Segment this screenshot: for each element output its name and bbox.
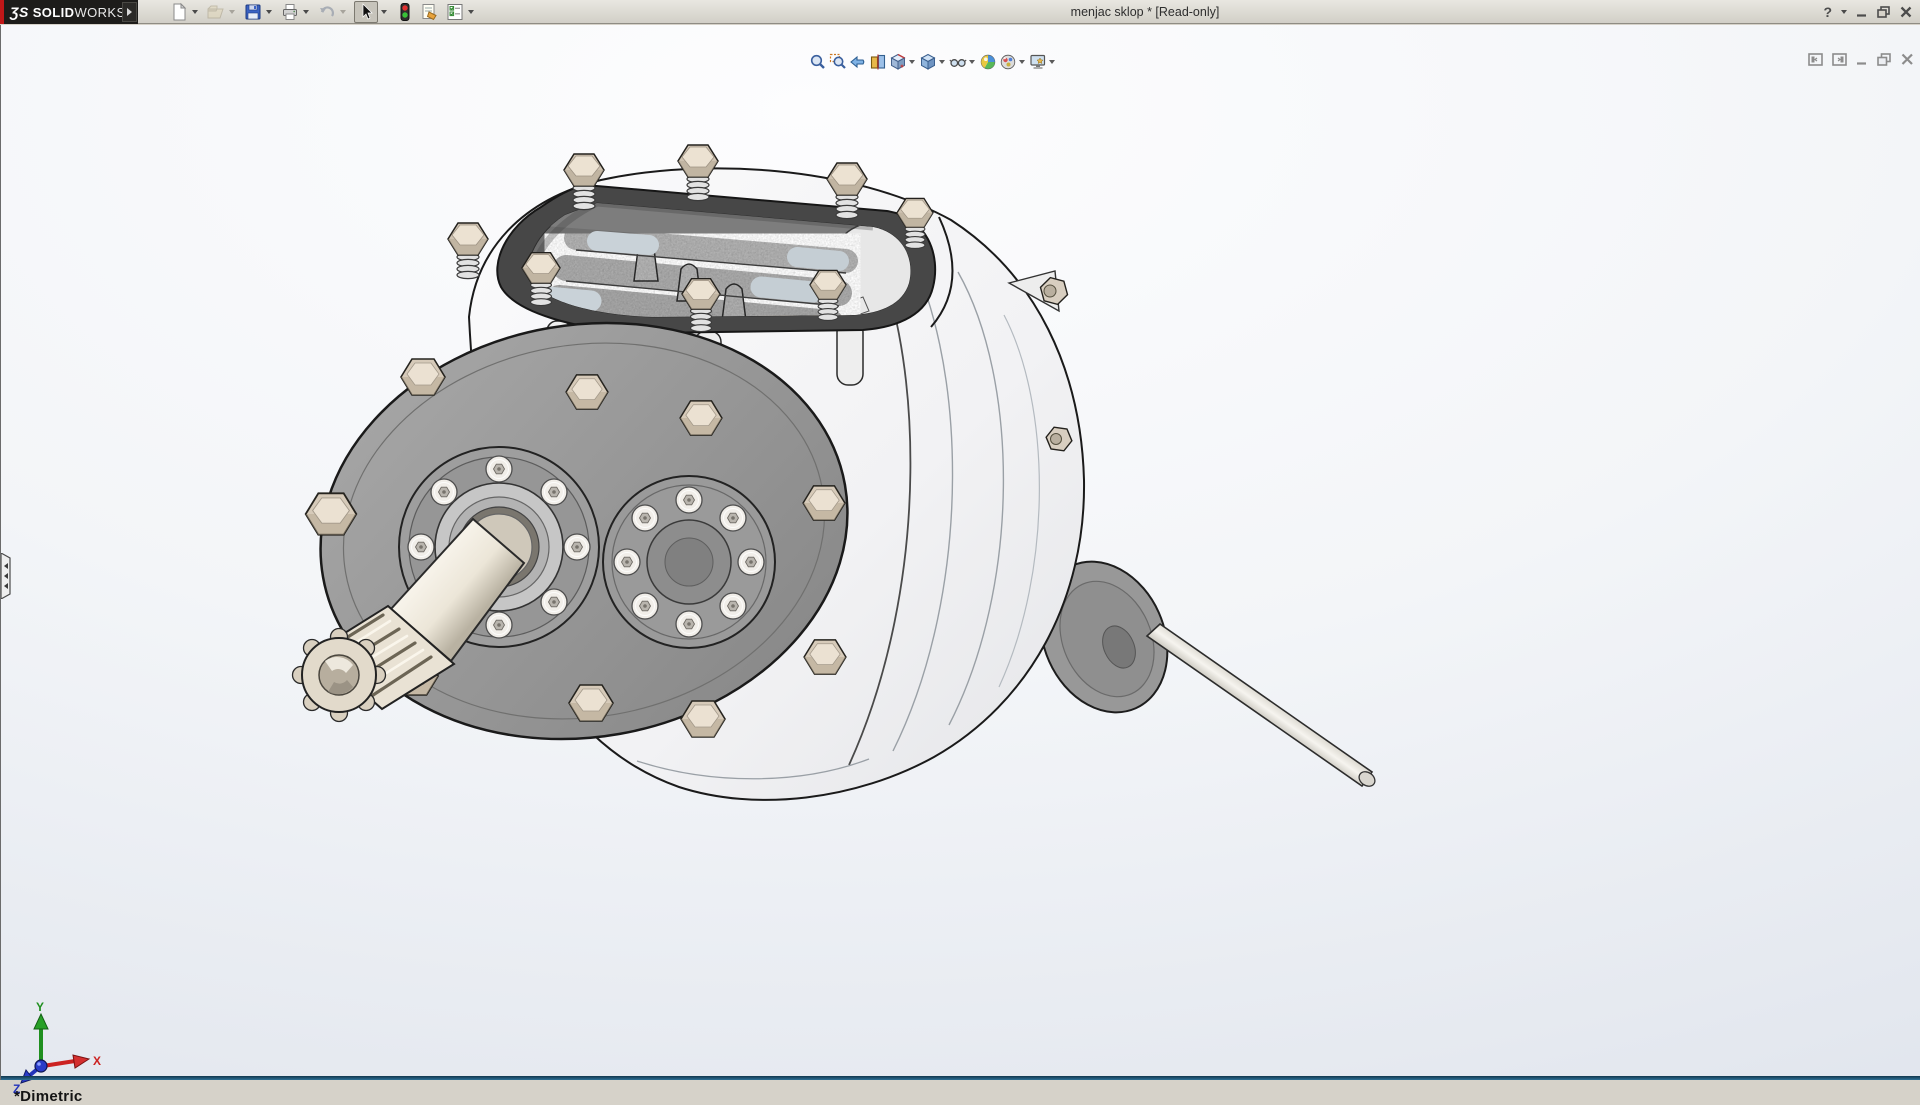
new-document-button[interactable]: [168, 1, 202, 23]
open-dropdown-caret[interactable]: [229, 10, 235, 14]
close-button[interactable]: [1900, 6, 1912, 18]
print-icon: [283, 4, 297, 20]
help-dropdown-caret[interactable]: [1841, 10, 1847, 14]
undo-button[interactable]: [316, 1, 350, 23]
edit-appearance-button[interactable]: [979, 53, 997, 71]
options-dropdown-caret[interactable]: [468, 10, 474, 14]
display-style-icon: [920, 53, 936, 70]
undo-dropdown-caret[interactable]: [340, 10, 346, 14]
window-bottom-border: [1, 1076, 1920, 1080]
undo-icon: [320, 6, 334, 17]
triad-y-label: Y: [36, 1000, 44, 1014]
save-dropdown-caret[interactable]: [266, 10, 272, 14]
logo-red-stripe: [0, 0, 4, 24]
solidworks-logo-glyph: ƷS: [10, 4, 29, 20]
previous-view-button[interactable]: [849, 53, 867, 71]
restore-document-button[interactable]: [1877, 53, 1892, 66]
hide-show-items-button[interactable]: [949, 53, 977, 71]
restore-document-icon: [1877, 53, 1891, 66]
open-document-icon: [207, 5, 224, 19]
new-document-icon: [173, 2, 187, 21]
select-pressed-frame: [354, 1, 378, 23]
display-style-caret[interactable]: [939, 60, 945, 64]
minimize-icon: [1857, 14, 1866, 17]
right-bearing-cover[interactable]: [602, 475, 776, 649]
options-checklist-icon: [447, 4, 463, 20]
gearbox-model[interactable]: [1, 25, 1920, 1105]
file-properties-icon: [422, 4, 437, 21]
view-orientation-icon: [890, 53, 906, 70]
zoom-to-area-icon: [829, 53, 846, 69]
document-window-controls: [1808, 53, 1914, 66]
restore-icon: [1877, 6, 1890, 18]
apply-scene-icon: [1000, 54, 1016, 70]
print-dropdown-caret[interactable]: [303, 10, 309, 14]
view-settings-icon: [1030, 54, 1046, 69]
pane-right-icon: [1832, 53, 1847, 66]
select-dropdown-caret[interactable]: [381, 10, 387, 14]
triad-x-label: X: [93, 1054, 101, 1068]
open-document-button[interactable]: [205, 1, 239, 23]
view-orientation-label: *Dimetric: [14, 1088, 83, 1105]
section-view-button[interactable]: [869, 53, 887, 71]
options-button[interactable]: [444, 1, 478, 23]
close-icon: [1900, 6, 1912, 18]
zoom-to-area-button[interactable]: [829, 53, 847, 71]
file-properties-button[interactable]: [419, 1, 441, 23]
previous-view-icon: [850, 55, 865, 69]
rebuild-button[interactable]: [394, 1, 416, 23]
select-tool-button[interactable]: [353, 1, 391, 23]
hide-show-items-icon: [949, 59, 967, 67]
new-dropdown-caret[interactable]: [192, 10, 198, 14]
apply-scene-button[interactable]: [999, 53, 1027, 71]
main-toolbar: [168, 0, 481, 24]
display-style-button[interactable]: [919, 53, 947, 71]
traffic-light-icon: [400, 3, 410, 21]
select-cursor-icon: [362, 3, 373, 20]
save-button[interactable]: [242, 1, 276, 23]
view-orientation-caret[interactable]: [909, 60, 915, 64]
window-controls: ?: [1823, 0, 1912, 24]
collapse-pane-right-button[interactable]: [1832, 53, 1847, 66]
minimize-document-icon: [1857, 62, 1866, 65]
save-icon: [245, 4, 261, 20]
apply-scene-caret[interactable]: [1019, 60, 1025, 64]
zoom-to-fit-button[interactable]: [809, 53, 827, 71]
hide-show-items-caret[interactable]: [969, 60, 975, 64]
selector-shaft[interactable]: [1145, 622, 1378, 789]
minimize-document-button[interactable]: [1856, 53, 1868, 66]
feature-tree-collapsed-tab[interactable]: [0, 551, 13, 604]
pane-left-icon: [1808, 53, 1823, 66]
spline-end-face: [291, 627, 387, 723]
edit-appearance-icon: [980, 54, 996, 70]
title-bar: ƷS SOLIDWORKS menjac sklop * [Read-only]…: [0, 0, 1920, 24]
graphics-area[interactable]: Y X Z *Dimetric: [0, 25, 1920, 1105]
minimize-button[interactable]: [1856, 6, 1868, 18]
triple-left-arrows-icon: [0, 551, 11, 601]
menu-flyout-arrow[interactable]: [122, 2, 137, 22]
solidworks-logo: ƷS SOLIDWORKS: [0, 0, 138, 24]
view-settings-caret[interactable]: [1049, 60, 1055, 64]
collapse-pane-left-button[interactable]: [1808, 53, 1823, 66]
reference-triad: Y X Z: [13, 1000, 101, 1096]
view-orientation-button[interactable]: [889, 53, 917, 71]
section-view-icon: [870, 54, 886, 70]
brand-text: ƷS SOLIDWORKS: [10, 4, 126, 20]
right-arrow-icon: [127, 8, 132, 16]
close-document-icon: [1901, 53, 1913, 65]
restore-button[interactable]: [1877, 6, 1891, 18]
view-settings-button[interactable]: [1029, 53, 1057, 71]
heads-up-view-toolbar: [809, 52, 1059, 72]
print-button[interactable]: [279, 1, 313, 23]
close-document-button[interactable]: [1901, 53, 1914, 66]
help-button[interactable]: ?: [1823, 4, 1832, 20]
window-title: menjac sklop * [Read-only]: [1070, 5, 1220, 19]
zoom-to-fit-icon: [810, 54, 825, 69]
